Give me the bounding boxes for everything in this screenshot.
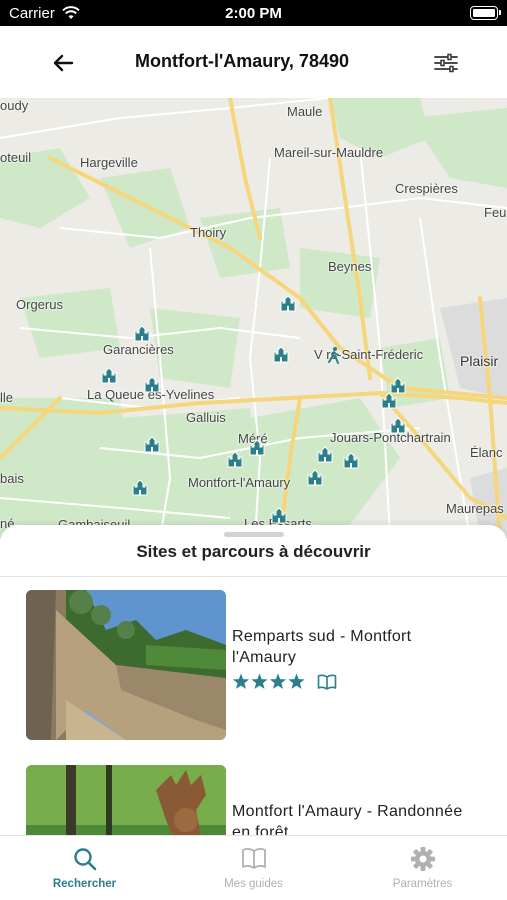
castle-pin-icon[interactable] [272,345,290,363]
app-screen: Carrier 2:00 PM Montfort-l'Amaury, 78490 [0,0,507,900]
results-sheet[interactable]: Sites et parcours à découvrir Remparts s… [0,525,507,835]
map-place-label: Galluis [186,410,226,425]
card-title: Remparts sud - Montfort l'Amaury [232,628,412,666]
map-place-label: Garancières [103,342,174,357]
card-image [26,590,226,740]
map-place-label: Plaisir [460,353,499,369]
map-place-label: oudy [0,98,29,113]
map-place-label: Mareil-sur-Mauldre [274,145,384,160]
castle-pin-icon[interactable] [270,506,288,524]
divider [0,576,507,577]
castle-pin-icon[interactable] [133,324,151,342]
filter-button[interactable] [430,48,462,78]
navigation-bar: Montfort-l'Amaury, 78490 [0,26,507,98]
arrow-left-icon [53,54,74,72]
status-bar: Carrier 2:00 PM [0,0,507,26]
castle-pin-icon[interactable] [248,438,266,456]
map-place-label: Thoiry [190,225,227,240]
hiker-pin-icon[interactable] [325,346,343,364]
castle-pin-icon[interactable] [342,451,360,469]
map-place-label: bais [0,471,24,486]
card-title: Montfort l'Amaury - Randonnée en forêt [232,803,463,835]
list-item[interactable]: Montfort l'Amaury - Randonnée en forêt [26,765,486,835]
sheet-title: Sites et parcours à découvrir [136,542,371,561]
star-icon [232,673,250,689]
clock: 2:00 PM [225,5,282,22]
map-base [0,98,507,538]
tab-label: Paramètres [392,878,453,890]
map-place-label: Maule [287,104,323,119]
castle-pin-icon[interactable] [143,435,161,453]
rating-row [232,672,342,692]
map-place-label: Feu [484,205,507,220]
tab-settings[interactable]: Paramètres [338,836,507,900]
tab-bar: Rechercher Mes guides Paramètres [0,835,507,900]
book-icon [317,674,337,690]
tab-my-guides[interactable]: Mes guides [169,836,338,900]
star-icon [269,673,287,689]
sliders-icon [434,53,458,73]
castle-pin-icon[interactable] [316,445,334,463]
castle-pin-icon[interactable] [143,375,161,393]
star-icon [251,673,268,689]
map-place-label: oteuil [0,150,32,165]
back-button[interactable] [48,48,78,78]
map-place-label: Orgerus [16,297,63,312]
battery-icon [470,6,501,20]
search-icon [74,848,97,871]
castle-pin-icon[interactable] [279,294,297,312]
castle-pin-icon[interactable] [306,468,324,486]
book-icon [242,848,266,869]
tab-label: Mes guides [224,878,283,890]
sheet-handle[interactable] [224,532,284,537]
map-place-label: Beynes [328,259,372,274]
map-place-label: Montfort-l'Amaury [188,475,291,490]
castle-pin-icon[interactable] [226,450,244,468]
gear-icon [411,847,435,871]
tab-label: Rechercher [52,878,117,890]
map-view[interactable]: Maule Mareil-sur-Mauldre Hargeville oteuil C… [0,98,507,538]
map-place-label: lle [0,390,14,405]
map-place-label: Maurepas [446,501,504,516]
castle-pin-icon[interactable] [131,478,149,496]
map-place-label: Élanc [470,445,503,460]
map-place-label: Hargeville [80,155,138,170]
map-place-label: Crespières [395,181,458,196]
castle-pin-icon[interactable] [389,416,407,434]
page-title: Montfort-l'Amaury, 78490 [135,51,349,71]
castle-pin-icon[interactable] [380,391,398,409]
tab-search[interactable]: Rechercher [0,836,169,900]
castle-pin-icon[interactable] [100,366,118,384]
star-icon [288,673,305,689]
card-image [26,765,226,835]
list-item[interactable]: Remparts sud - Montfort l'Amaury [26,590,486,740]
